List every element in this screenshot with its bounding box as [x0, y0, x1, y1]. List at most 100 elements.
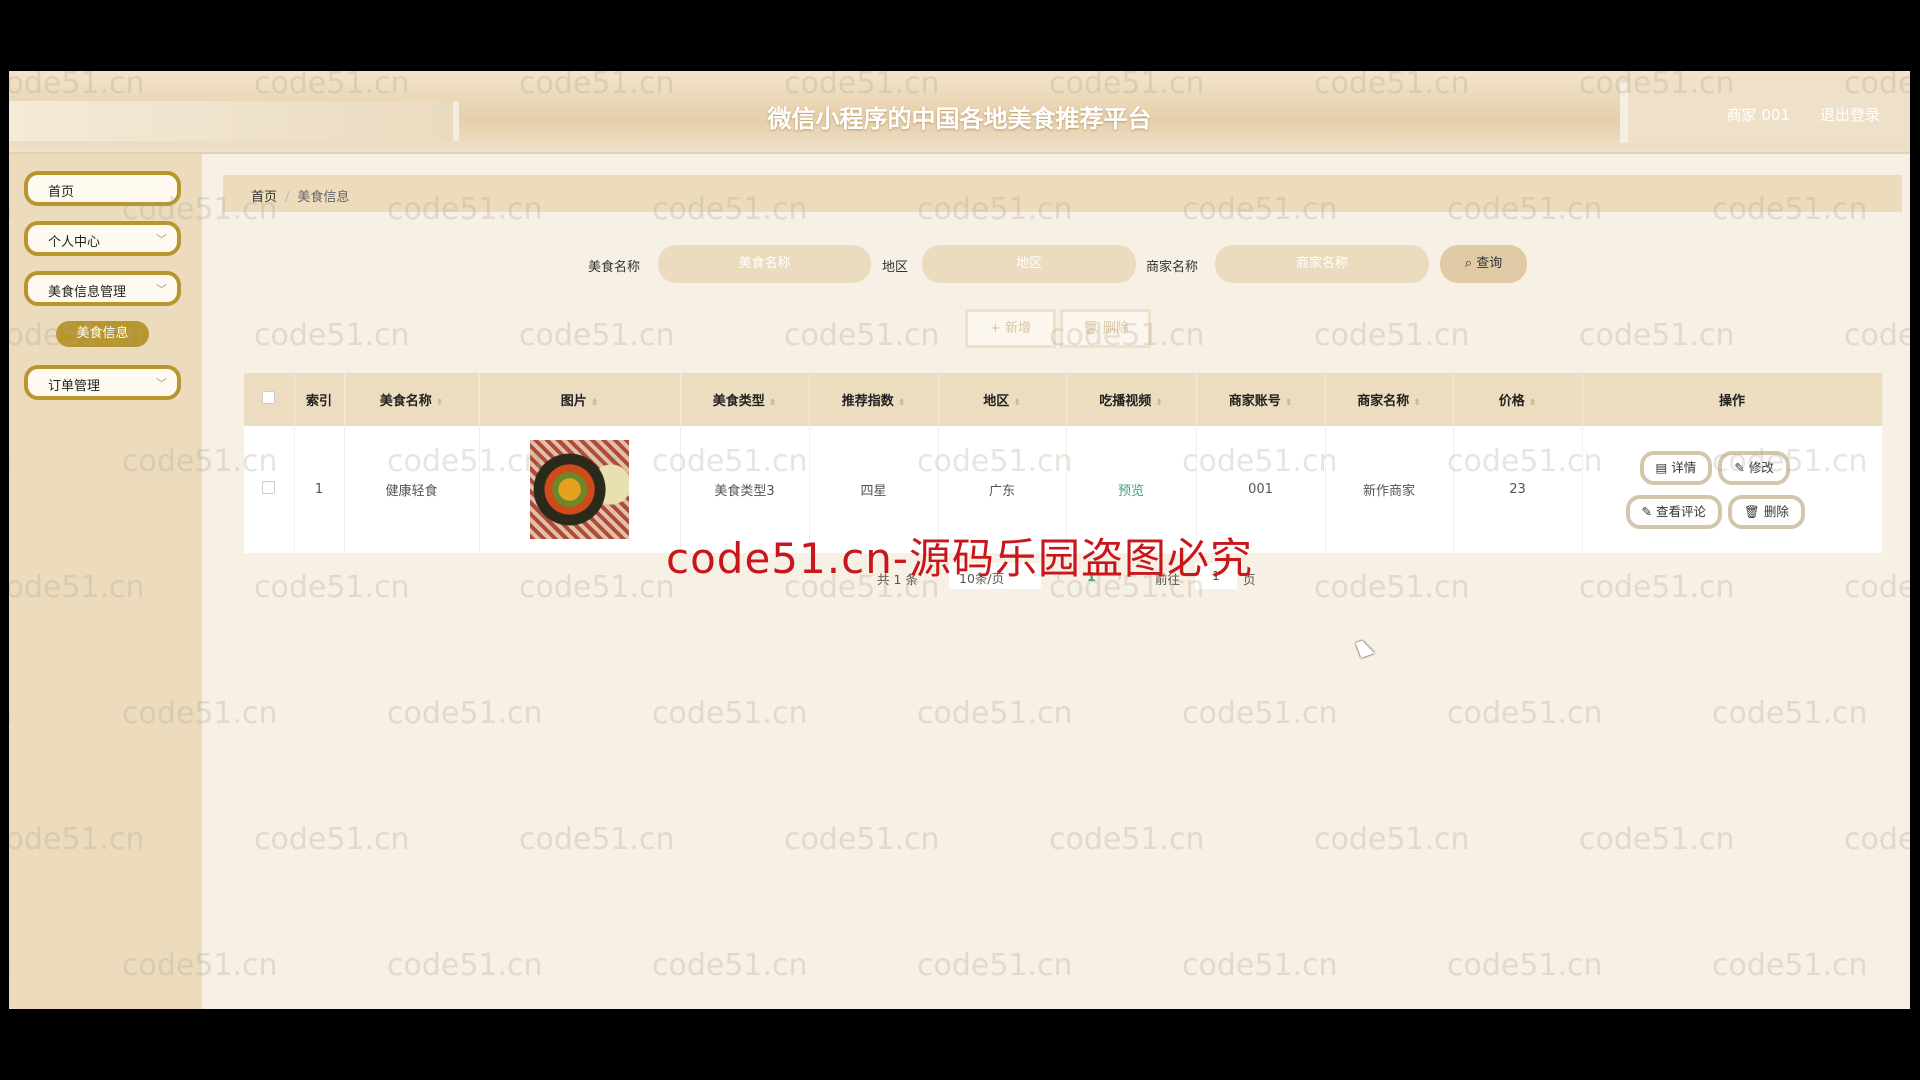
col-rating[interactable]: 推荐指数 ⬍	[809, 373, 939, 426]
col-region[interactable]: 地区 ⬍	[938, 373, 1067, 426]
sidebar-item-label: 个人中心	[48, 235, 101, 250]
sort-icon[interactable]: ⬍	[769, 398, 777, 408]
watermark-text: code51.cn	[1579, 318, 1735, 353]
watermark-text: code51.cn	[917, 696, 1073, 731]
sort-icon[interactable]: ⬍	[1155, 398, 1163, 408]
watermark-text: code51.cn	[784, 318, 940, 353]
watermark-text: code51.cn	[1712, 948, 1868, 983]
col-label: 图片	[560, 394, 587, 409]
col-label: 地区	[983, 394, 1010, 409]
col-label: 吃播视频	[1099, 394, 1152, 409]
sort-icon[interactable]: ⬍	[1529, 398, 1537, 408]
comments-label: 查看评论	[1655, 503, 1706, 519]
food-name-input[interactable]: 美食名称	[658, 245, 871, 283]
search-icon: ⌕	[1464, 256, 1477, 271]
watermark-text: code51.cn	[652, 948, 808, 983]
edit-button[interactable]: ✎ 修改	[1718, 450, 1790, 485]
col-label: 商家名称	[1357, 394, 1410, 409]
merchant-name-label: 商家名称	[1146, 260, 1199, 275]
merchant-name-input[interactable]: 商家名称	[1215, 245, 1429, 283]
breadcrumb-current: 美食信息	[297, 190, 350, 205]
current-user: 商家 001	[1726, 106, 1790, 124]
col-video[interactable]: 吃播视频 ⬍	[1066, 373, 1197, 426]
watermark-text: code51.cn	[519, 822, 675, 857]
watermark-text: code51.cn	[1182, 696, 1338, 731]
watermark-text: code51.cn	[652, 696, 808, 731]
watermark-text: code51.cn	[387, 696, 543, 731]
sort-icon[interactable]: ⬍	[1413, 398, 1421, 408]
col-type[interactable]: 美食类型 ⬍	[680, 373, 810, 426]
watermark-text: code51.cn	[1182, 948, 1338, 983]
mouse-cursor-icon	[1355, 638, 1375, 658]
sort-icon[interactable]: ⬍	[1285, 398, 1293, 408]
batch-delete-label: 删除	[1102, 321, 1129, 336]
watermark-text: code51.cn	[387, 948, 543, 983]
delete-button[interactable]: 🗑 删除	[1727, 494, 1805, 529]
col-label: 美食类型	[712, 394, 765, 409]
watermark-text: code51.cn	[1049, 822, 1205, 857]
select-all-checkbox[interactable]	[244, 373, 295, 426]
sidebar-item-personal-center[interactable]: 个人中心 ﹀	[24, 221, 181, 256]
col-label: 美食名称	[379, 394, 432, 409]
sidebar-subitem-food-info[interactable]: 美食信息	[56, 321, 149, 347]
red-watermark: code51.cn-源码乐园盗图必究	[666, 534, 1253, 583]
edit-label: 修改	[1748, 459, 1774, 475]
col-label: 价格	[1498, 394, 1525, 409]
sort-icon[interactable]: ⬍	[436, 398, 444, 408]
batch-delete-button[interactable]: 🗑 删除	[1060, 309, 1151, 348]
col-name[interactable]: 美食名称 ⬍	[344, 373, 480, 426]
table-header-row: 索引 美食名称 ⬍ 图片 ⬍ 美食类型 ⬍ 推荐指数 ⬍ 地区 ⬍ 吃播视频 ⬍ 商家账号 ⬍…	[244, 373, 1883, 426]
detail-label: 详情	[1671, 459, 1697, 475]
col-account[interactable]: 商家账号 ⬍	[1196, 373, 1326, 426]
view-comments-button[interactable]: ✎ 查看评论	[1625, 494, 1722, 529]
trash-icon: 🗑	[1743, 503, 1764, 519]
watermark-text: code51.cn	[1447, 696, 1603, 731]
watermark-text: code51.cn	[519, 318, 675, 353]
region-input[interactable]: 地区	[922, 245, 1136, 283]
pencil-icon: ✎	[1734, 459, 1749, 475]
watermark-text: code51.cn	[1844, 318, 1910, 353]
chevron-down-icon: ﹀	[156, 233, 167, 246]
sort-icon[interactable]: ⬍	[1013, 398, 1021, 408]
app-title: 微信小程序的中国各地美食推荐平台	[767, 105, 1152, 133]
food-name-label: 美食名称	[588, 260, 641, 275]
watermark-text: code51.cn	[1712, 696, 1868, 731]
watermark-text: code51.cn	[1579, 822, 1735, 857]
header: 微信小程序的中国各地美食推荐平台 商家 001 退出登录	[9, 71, 1910, 154]
col-label: 推荐指数	[841, 394, 894, 409]
breadcrumb: 首页 / 美食信息	[223, 175, 1902, 212]
detail-button[interactable]: ▤ 详情	[1639, 450, 1713, 485]
delete-label: 删除	[1763, 503, 1789, 519]
watermark-text: code51.cn	[254, 822, 410, 857]
sidebar-item-food-management[interactable]: 美食信息管理 ﹀	[24, 271, 181, 306]
col-merchant[interactable]: 商家名称 ⬍	[1325, 373, 1454, 426]
document-icon: ▤	[1655, 459, 1672, 475]
region-label: 地区	[882, 260, 909, 275]
breadcrumb-home[interactable]: 首页	[251, 190, 277, 205]
sort-icon[interactable]: ⬍	[898, 398, 906, 408]
sort-icon[interactable]: ⬍	[591, 398, 599, 408]
watermark-text: code51.cn	[917, 948, 1073, 983]
app-window: 微信小程序的中国各地美食推荐平台 商家 001 退出登录 首页 个人中心 ﹀ 美食…	[9, 71, 1910, 1009]
sidebar-item-label: 美食信息管理	[48, 285, 127, 300]
sidebar-item-orders[interactable]: 订单管理 ﹀	[24, 365, 181, 400]
watermark-text: code51.cn	[254, 318, 410, 353]
sidebar-item-label: 订单管理	[48, 379, 101, 394]
col-actions: 操作	[1582, 373, 1883, 426]
watermark-text: code51.cn	[1314, 318, 1470, 353]
pencil-icon: ✎	[1641, 503, 1656, 519]
col-label: 商家账号	[1228, 394, 1281, 409]
video-preview-link[interactable]: 预览	[1118, 484, 1144, 499]
sidebar-item-home[interactable]: 首页	[24, 171, 181, 206]
add-button[interactable]: + 新增	[965, 309, 1056, 348]
trash-icon: 🗑	[1082, 321, 1103, 336]
breadcrumb-separator: /	[285, 190, 290, 205]
logout-link[interactable]: 退出登录	[1820, 104, 1880, 125]
col-image[interactable]: 图片 ⬍	[479, 373, 681, 426]
col-price[interactable]: 价格 ⬍	[1453, 373, 1583, 426]
query-button[interactable]: ⌕ 查询	[1440, 245, 1527, 283]
watermark-text: code51.cn	[784, 822, 940, 857]
watermark-text: code51.cn	[1844, 822, 1910, 857]
chevron-down-icon: ﹀	[156, 377, 167, 390]
query-label: 查询	[1476, 256, 1503, 271]
